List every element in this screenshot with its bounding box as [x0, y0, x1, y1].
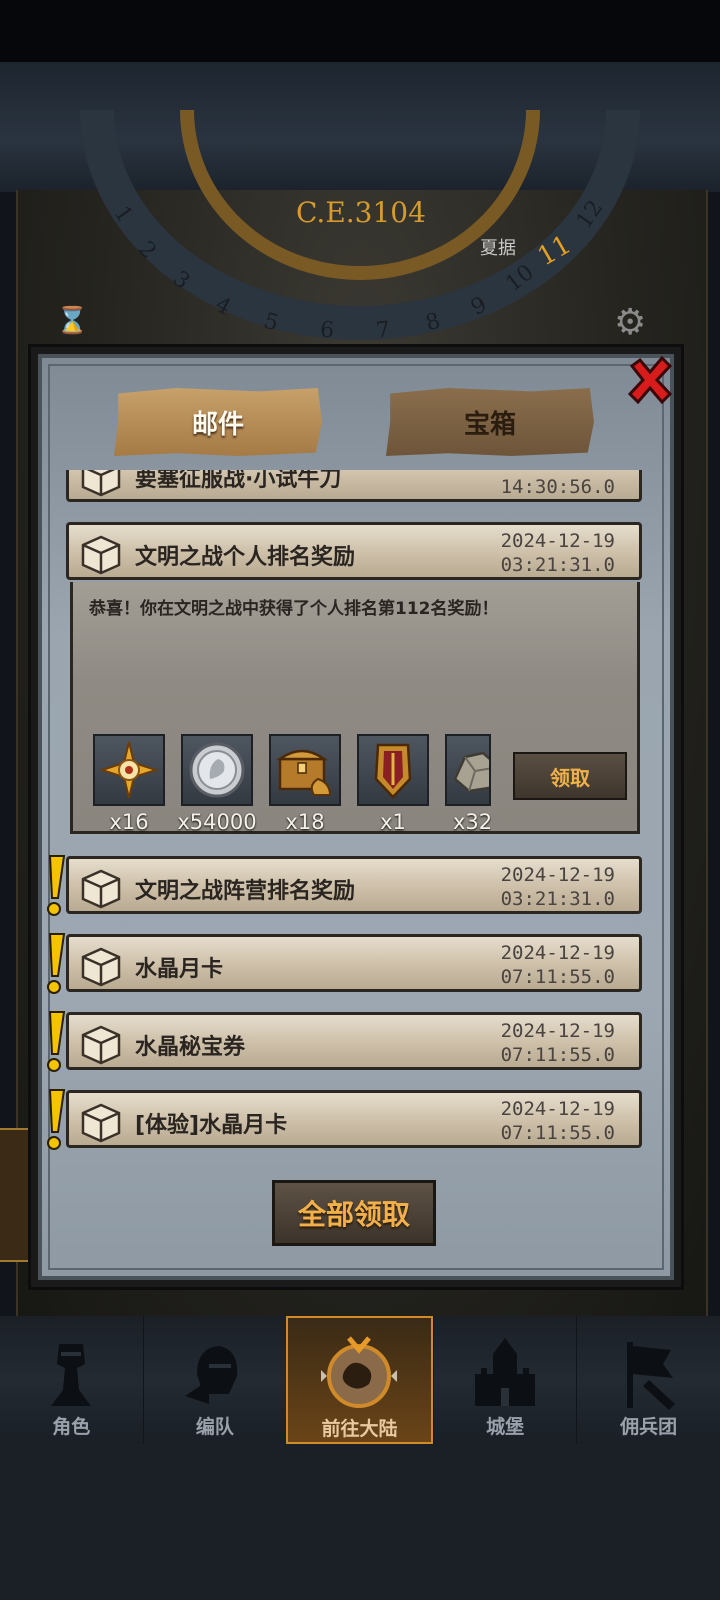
mail-time: 14:30:56.0: [500, 476, 615, 498]
knight-icon: [51, 1344, 92, 1406]
reward-count: x1: [380, 810, 406, 834]
claim-all-button[interactable]: 全部领取: [272, 1180, 436, 1246]
dial-month-7: 7: [374, 317, 392, 340]
mail-time: 07:11:55.0: [500, 966, 615, 988]
nav-item-continent[interactable]: 前往大陆: [286, 1316, 433, 1444]
close-button[interactable]: [626, 355, 674, 405]
reward-count: x18: [285, 810, 325, 834]
nav-label: 佣兵团: [620, 1416, 678, 1438]
armor-helmet-icon: [184, 1346, 238, 1404]
reward-slot[interactable]: [181, 734, 253, 806]
nav-item-castle[interactable]: 城堡: [432, 1316, 577, 1444]
mail-time: 07:11:55.0: [500, 1044, 615, 1066]
mail-date: 2024-12-19: [500, 1020, 615, 1042]
era-year: C.E.3104: [296, 196, 426, 229]
status-bar-area: [0, 0, 720, 62]
mail-title: 水晶秘宝券: [135, 1035, 246, 1060]
mail-box-icon: [81, 1103, 121, 1143]
mail-message: 恭喜！你在文明之战中获得了个人排名第112名奖励！: [89, 599, 499, 619]
unread-alert-icon: [47, 933, 66, 994]
mail-date: 2024-12-19: [500, 1098, 615, 1120]
silver-coin-icon: [189, 742, 245, 798]
season-text: 夏: [480, 238, 498, 259]
mail-row[interactable]: 文明之战阵营排名奖励 2024-12-19 03:21:31.0: [66, 856, 642, 914]
hourglass-icon[interactable]: ⌛: [56, 306, 88, 336]
mercenary-flag-icon: [626, 1342, 675, 1410]
tab-chest[interactable]: 宝箱: [386, 388, 594, 456]
unread-alert-icon: [47, 855, 66, 916]
bottom-nav: 角色 编队 前往大陆 城堡 佣兵团: [0, 1316, 720, 1444]
nav-label: 前往大陆: [321, 1418, 398, 1440]
reward-slot[interactable]: [269, 734, 341, 806]
mail-box-icon: [81, 470, 121, 497]
mail-row[interactable]: 水晶秘宝券 2024-12-19 07:11:55.0: [66, 1012, 642, 1070]
mail-date: 2024-12-19: [500, 864, 615, 886]
mail-time: 03:21:31.0: [500, 554, 615, 576]
shield-banner-icon: [374, 743, 412, 799]
mail-date: 2024-12-19: [500, 530, 615, 552]
compass-star-icon: [98, 741, 160, 799]
dial-month-6: 6: [319, 317, 335, 340]
close-icon: [627, 355, 673, 405]
mail-title: 文明之战个人排名奖励: [135, 545, 356, 570]
mail-row[interactable]: 水晶月卡 2024-12-19 07:11:55.0: [66, 934, 642, 992]
mail-time: 07:11:55.0: [500, 1122, 615, 1144]
unread-alert-icon: [47, 1089, 66, 1150]
mail-row[interactable]: [体验]水晶月卡 2024-12-19 07:11:55.0: [66, 1090, 642, 1148]
mail-title: [体验]水晶月卡: [135, 1113, 288, 1138]
mail-title: 水晶月卡: [135, 957, 224, 982]
mail-box-icon: [81, 869, 121, 909]
unread-alert-icon: [47, 1011, 66, 1072]
claim-button[interactable]: 领取: [513, 752, 627, 800]
season-label: 夏据: [480, 234, 516, 260]
mail-title: 要塞征服战·小试牛刀: [135, 470, 342, 492]
mail-content: 恭喜！你在文明之战中获得了个人排名第112名奖励！ x16 x54000 x18…: [70, 582, 640, 834]
reward-count: x16: [109, 810, 149, 834]
nav-label: 城堡: [486, 1416, 525, 1438]
season-extra-text: 据: [498, 238, 516, 259]
reward-slot[interactable]: [445, 734, 491, 806]
tab-mail[interactable]: 邮件: [114, 388, 322, 456]
mail-time: 03:21:31.0: [500, 888, 615, 910]
treasure-chest-icon: [276, 749, 332, 796]
nav-label: 角色: [52, 1416, 91, 1438]
reward-slot[interactable]: [93, 734, 165, 806]
mail-row-expanded[interactable]: 文明之战个人排名奖励 2024-12-19 03:21:31.0: [66, 522, 642, 580]
mail-date: 2024-12-19: [500, 942, 615, 964]
castle-icon: [475, 1338, 536, 1406]
nav-item-character[interactable]: 角色: [0, 1316, 143, 1444]
nav-item-mercenary[interactable]: 佣兵团: [576, 1316, 720, 1444]
bottom-area: [0, 1444, 720, 1600]
nav-label: 编队: [195, 1416, 234, 1438]
mail-list[interactable]: 要塞征服战·小试牛刀 14:30:56.0 文明之战个人排名奖励 2024-12…: [66, 470, 646, 1150]
mail-row[interactable]: 要塞征服战·小试牛刀 14:30:56.0: [66, 470, 642, 502]
reward-count: x32: [453, 810, 491, 834]
reward-slot[interactable]: [357, 734, 429, 806]
gear-icon[interactable]: ⚙: [614, 302, 646, 343]
mail-box-icon: [81, 947, 121, 987]
nav-item-formation[interactable]: 编队: [142, 1316, 287, 1444]
world-map-icon: [321, 1336, 398, 1408]
mail-box-icon: [81, 1025, 121, 1065]
mail-title: 文明之战阵营排名奖励: [135, 879, 356, 904]
reward-count: x54000: [177, 810, 257, 834]
stone-ore-icon: [453, 751, 489, 793]
mail-box-icon: [81, 535, 121, 575]
